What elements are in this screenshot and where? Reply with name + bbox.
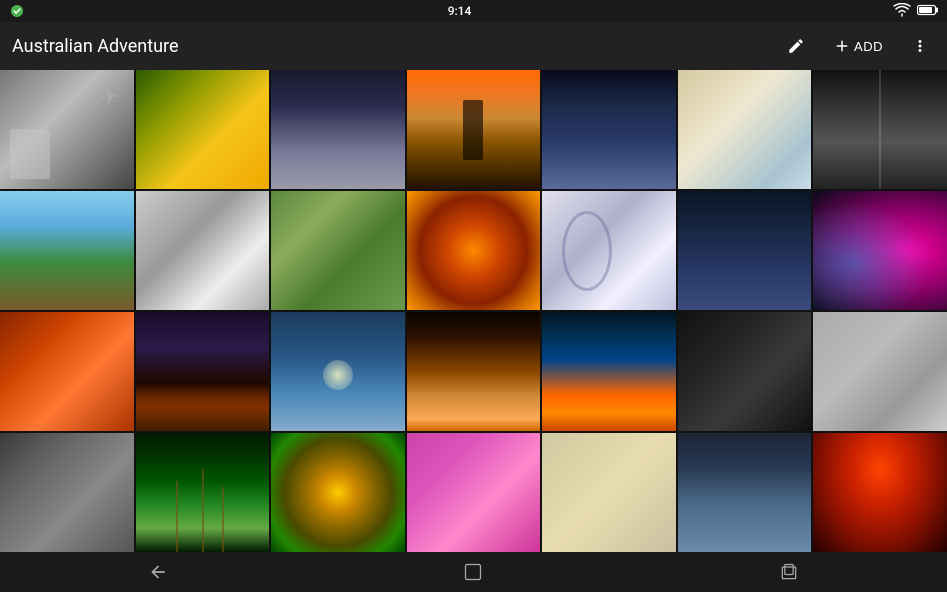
add-button[interactable]: ADD bbox=[827, 33, 889, 59]
photo-cell[interactable] bbox=[407, 191, 541, 310]
photo-cell[interactable]: ✈ bbox=[0, 70, 134, 189]
photo-cell[interactable] bbox=[136, 433, 270, 552]
app-icon bbox=[8, 2, 26, 20]
photo-cell[interactable] bbox=[542, 191, 676, 310]
photo-cell[interactable] bbox=[407, 70, 541, 189]
status-right bbox=[893, 3, 939, 20]
photo-cell[interactable] bbox=[271, 433, 405, 552]
battery-icon bbox=[917, 4, 939, 19]
photo-cell[interactable] bbox=[271, 191, 405, 310]
edit-button[interactable] bbox=[781, 33, 811, 59]
photo-cell[interactable] bbox=[813, 191, 947, 310]
photo-cell[interactable] bbox=[813, 70, 947, 189]
photo-cell[interactable] bbox=[542, 433, 676, 552]
photo-cell[interactable] bbox=[271, 312, 405, 431]
photo-cell[interactable] bbox=[407, 433, 541, 552]
nav-bar bbox=[0, 552, 947, 592]
photo-cell[interactable] bbox=[136, 191, 270, 310]
status-bar: 9:14 bbox=[0, 0, 947, 22]
photo-cell[interactable] bbox=[542, 70, 676, 189]
more-options-button[interactable] bbox=[905, 33, 935, 59]
recents-button[interactable] bbox=[759, 554, 819, 590]
photo-cell[interactable] bbox=[542, 312, 676, 431]
home-button[interactable] bbox=[443, 554, 503, 590]
back-button[interactable] bbox=[128, 554, 188, 590]
photo-cell[interactable] bbox=[678, 312, 812, 431]
photo-grid: ✈ bbox=[0, 70, 947, 552]
photo-cell[interactable] bbox=[678, 433, 812, 552]
action-bar: Australian Adventure ADD bbox=[0, 22, 947, 70]
photo-cell[interactable] bbox=[0, 191, 134, 310]
photo-cell[interactable] bbox=[0, 433, 134, 552]
photo-cell[interactable] bbox=[271, 70, 405, 189]
status-left bbox=[8, 2, 26, 20]
wifi-icon bbox=[893, 3, 911, 20]
photo-cell[interactable] bbox=[678, 191, 812, 310]
page-title: Australian Adventure bbox=[12, 36, 781, 57]
photo-cell[interactable] bbox=[813, 312, 947, 431]
photo-cell[interactable] bbox=[0, 312, 134, 431]
status-time: 9:14 bbox=[448, 4, 472, 18]
photo-cell[interactable] bbox=[407, 312, 541, 431]
photo-cell[interactable] bbox=[136, 70, 270, 189]
photo-cell[interactable] bbox=[813, 433, 947, 552]
photo-cell[interactable] bbox=[136, 312, 270, 431]
photo-cell[interactable] bbox=[678, 70, 812, 189]
action-icons: ADD bbox=[781, 33, 935, 59]
